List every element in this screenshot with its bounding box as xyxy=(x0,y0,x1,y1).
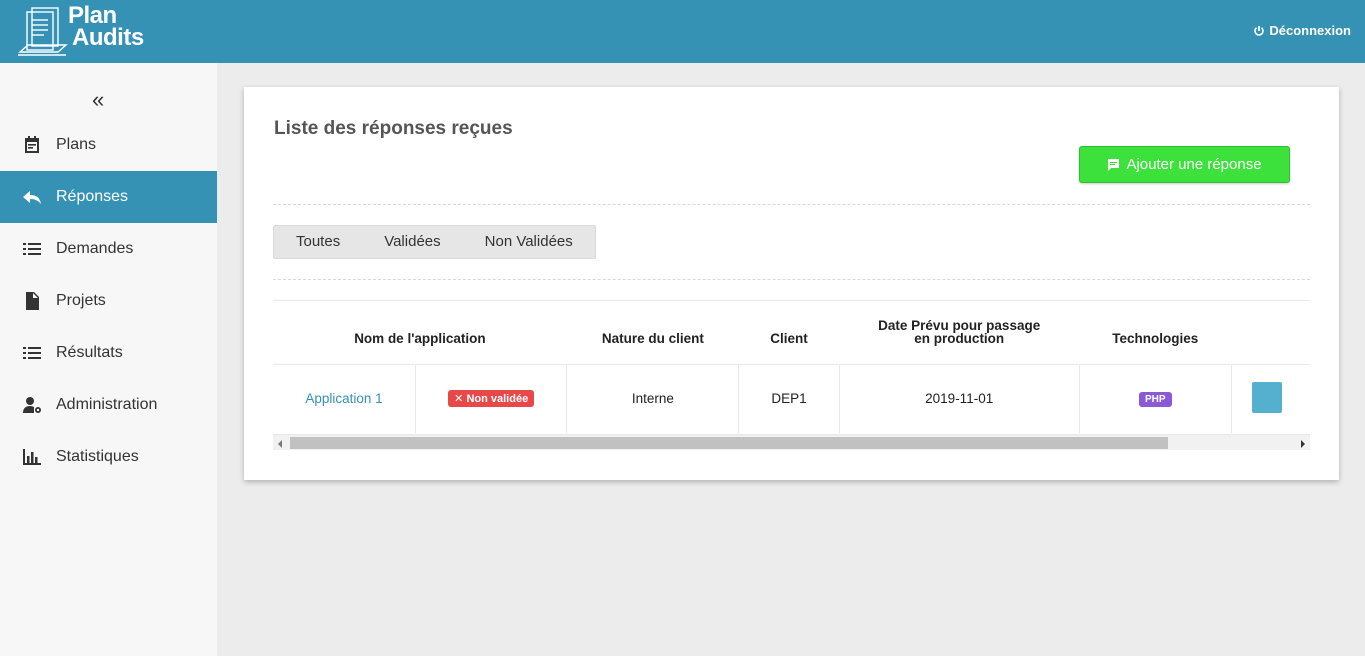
logout-button[interactable]: Déconnexion xyxy=(1253,23,1351,38)
horizontal-scrollbar[interactable] xyxy=(273,434,1310,450)
cell-actions xyxy=(1231,364,1310,433)
power-icon xyxy=(1254,25,1265,36)
status-badge: ✕ Non validée xyxy=(448,390,535,408)
row-action-button[interactable] xyxy=(1251,381,1282,413)
sidebar-item-label: Administration xyxy=(56,396,158,413)
sidebar-item-label: Réponses xyxy=(56,188,129,205)
list-icon xyxy=(22,343,42,363)
add-response-label: Ajouter une réponse xyxy=(1126,156,1262,173)
divider xyxy=(273,204,1310,205)
header-actions xyxy=(1231,301,1310,365)
table-row: Application 1 ✕ Non validée Interne DEP1… xyxy=(273,364,1310,433)
sidebar: « Plans Réponses Demandes Projets Résult… xyxy=(0,63,217,656)
cell-client-nature: Interne xyxy=(566,364,740,433)
sidebar-item-label: Demandes xyxy=(56,240,134,257)
status-badge-label: Non validée xyxy=(466,393,529,406)
cell-client: DEP1 xyxy=(738,364,840,433)
header-production-date-line2: en production xyxy=(914,331,1005,347)
top-bar: Plan Audits Déconnexion xyxy=(0,0,1365,63)
responses-card: Liste des réponses reçues Ajouter une ré… xyxy=(244,87,1339,480)
responses-table-container: Nom de l'application Nature du client Cl… xyxy=(273,300,1310,450)
scroll-left-icon[interactable] xyxy=(278,440,282,448)
table-header-row: Nom de l'application Nature du client Cl… xyxy=(273,301,1310,365)
close-icon: ✕ xyxy=(454,393,464,406)
header-production-date[interactable]: Date Prévu pour passage en production xyxy=(839,301,1080,365)
header-app-name[interactable]: Nom de l'application xyxy=(273,301,567,365)
sidebar-item-plans[interactable]: Plans xyxy=(0,119,217,171)
logo-icon xyxy=(18,7,68,56)
logo-line2: Audits xyxy=(72,24,144,51)
app-logo[interactable]: Plan Audits xyxy=(18,4,153,59)
sidebar-item-reponses[interactable]: Réponses xyxy=(0,171,217,223)
filter-all[interactable]: Toutes xyxy=(274,226,362,258)
tech-badge: PHP xyxy=(1139,392,1172,408)
bar-chart-icon xyxy=(22,447,42,467)
sidebar-item-label: Projets xyxy=(56,292,106,309)
logout-label: Déconnexion xyxy=(1269,23,1351,38)
filter-validated[interactable]: Validées xyxy=(362,226,462,258)
sidebar-item-administration[interactable]: Administration xyxy=(0,379,217,431)
app-name-link[interactable]: Application 1 xyxy=(305,391,382,406)
sidebar-item-resultats[interactable]: Résultats xyxy=(0,327,217,379)
calendar-icon xyxy=(22,135,42,155)
sidebar-item-label: Résultats xyxy=(56,344,123,361)
scroll-right-icon[interactable] xyxy=(1301,440,1305,448)
header-client[interactable]: Client xyxy=(738,301,840,365)
cell-technologies: PHP xyxy=(1079,364,1232,433)
reply-icon xyxy=(22,187,42,207)
logo-text: Plan Audits xyxy=(68,4,144,51)
sidebar-item-demandes[interactable]: Demandes xyxy=(0,223,217,275)
scrollbar-thumb[interactable] xyxy=(290,437,1168,449)
sidebar-item-statistiques[interactable]: Statistiques xyxy=(0,431,217,483)
responses-table: Nom de l'application Nature du client Cl… xyxy=(273,301,1310,433)
comment-icon xyxy=(1108,159,1120,171)
cell-app-name: Application 1 xyxy=(273,364,417,433)
list-icon xyxy=(22,239,42,259)
add-response-button[interactable]: Ajouter une réponse xyxy=(1079,146,1290,183)
header-client-nature[interactable]: Nature du client xyxy=(566,301,739,365)
divider xyxy=(273,279,1310,280)
filter-not-validated[interactable]: Non Validées xyxy=(463,226,595,258)
sidebar-item-label: Statistiques xyxy=(56,448,139,465)
document-icon xyxy=(22,291,42,311)
collapse-sidebar-icon[interactable]: « xyxy=(92,89,104,111)
cell-status: ✕ Non validée xyxy=(415,364,568,433)
user-settings-icon xyxy=(22,395,42,415)
header-technologies[interactable]: Technologies xyxy=(1079,301,1232,365)
page-title: Liste des réponses reçues xyxy=(274,118,513,139)
cell-production-date: 2019-11-01 xyxy=(839,364,1080,433)
filter-tabs: Toutes Validées Non Validées xyxy=(273,225,596,259)
sidebar-item-label: Plans xyxy=(56,136,97,153)
sidebar-item-projets[interactable]: Projets xyxy=(0,275,217,327)
